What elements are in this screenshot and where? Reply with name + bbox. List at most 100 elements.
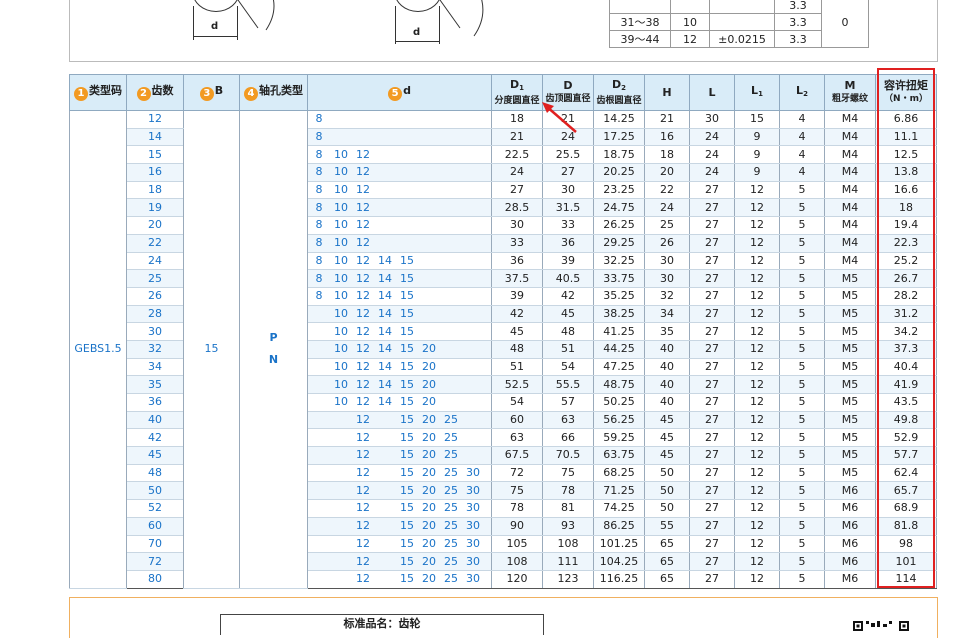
bore-diameter-value[interactable]: 15	[396, 288, 418, 304]
teeth-count-cell[interactable]: 72	[126, 552, 184, 571]
bore-diameter-value[interactable]: 20	[418, 536, 440, 552]
teeth-count-cell[interactable]: 19	[126, 198, 184, 218]
bore-diameter-value[interactable]: 10	[330, 271, 352, 287]
teeth-count-cell[interactable]: 18	[126, 181, 184, 200]
teeth-count-cell[interactable]: 40	[126, 411, 184, 430]
bore-diameter-value[interactable]: 8	[308, 253, 330, 269]
teeth-count-cell[interactable]: 25	[126, 269, 184, 288]
bore-diameter-value[interactable]: 30	[462, 500, 484, 516]
bore-diameter-value[interactable]: 20	[418, 518, 440, 534]
bore-diameter-value[interactable]: 12	[352, 359, 374, 375]
bore-diameter-value[interactable]: 20	[418, 412, 440, 428]
bore-diameter-value[interactable]: 30	[462, 465, 484, 481]
teeth-count-cell[interactable]: 42	[126, 428, 184, 448]
teeth-count-cell[interactable]: 48	[126, 464, 184, 483]
bore-diameter-value[interactable]: 8	[308, 147, 330, 163]
teeth-count-cell[interactable]: 70	[126, 535, 184, 554]
bore-diameter-value[interactable]: 10	[330, 341, 352, 357]
bore-diameter-value[interactable]: 20	[418, 447, 440, 463]
teeth-count-cell[interactable]: 24	[126, 252, 184, 271]
teeth-count-cell[interactable]: 34	[126, 358, 184, 377]
bore-diameter-value[interactable]: 15	[396, 306, 418, 322]
bore-diameter-value[interactable]: 15	[396, 571, 418, 587]
bore-diameter-value[interactable]: 25	[440, 518, 462, 534]
bore-diameter-value[interactable]: 10	[330, 200, 352, 216]
bore-diameter-value[interactable]: 12	[352, 447, 374, 463]
bore-diameter-value[interactable]: 15	[396, 412, 418, 428]
bore-diameter-value[interactable]: 8	[308, 217, 330, 233]
bore-diameter-value[interactable]: 12	[352, 217, 374, 233]
bore-diameter-value[interactable]: 20	[418, 483, 440, 499]
bore-diameter-value[interactable]: 12	[352, 182, 374, 198]
bore-diameter-value[interactable]: 30	[462, 536, 484, 552]
bore-diameter-value[interactable]: 15	[396, 271, 418, 287]
teeth-count-cell[interactable]: 35	[126, 375, 184, 394]
teeth-count-cell[interactable]: 36	[126, 393, 184, 412]
bore-diameter-value[interactable]: 10	[330, 147, 352, 163]
bore-diameter-value[interactable]: 14	[374, 377, 396, 393]
bore-diameter-value[interactable]: 30	[462, 571, 484, 587]
bore-diameter-value[interactable]: 12	[352, 164, 374, 180]
bore-diameter-value[interactable]: 12	[352, 536, 374, 552]
bore-diameter-value[interactable]: 10	[330, 377, 352, 393]
bore-diameter-value[interactable]: 10	[330, 235, 352, 251]
bore-diameter-value[interactable]: 8	[308, 182, 330, 198]
bore-diameter-value[interactable]: 20	[418, 571, 440, 587]
bore-diameter-value[interactable]: 12	[352, 341, 374, 357]
bore-diameter-value[interactable]: 20	[418, 377, 440, 393]
teeth-count-cell[interactable]: 22	[126, 234, 184, 253]
bore-diameter-value[interactable]: 15	[396, 359, 418, 375]
teeth-count-cell[interactable]: 14	[126, 128, 184, 147]
bore-diameter-value[interactable]: 14	[374, 271, 396, 287]
teeth-count-cell[interactable]: 60	[126, 517, 184, 536]
bore-diameter-value[interactable]: 12	[352, 571, 374, 587]
bore-diameter-value[interactable]: 14	[374, 288, 396, 304]
bore-diameter-value[interactable]: 14	[374, 359, 396, 375]
teeth-count-cell[interactable]: 15	[126, 145, 184, 165]
bore-diameter-value[interactable]: 10	[330, 217, 352, 233]
bore-diameter-value[interactable]: 12	[352, 483, 374, 499]
bore-diameter-value[interactable]: 12	[352, 324, 374, 340]
bore-diameter-value[interactable]: 20	[418, 554, 440, 570]
teeth-count-cell[interactable]: 80	[126, 570, 184, 589]
bore-diameter-value[interactable]: 14	[374, 341, 396, 357]
teeth-count-cell[interactable]: 32	[126, 340, 184, 359]
bore-diameter-value[interactable]: 30	[462, 483, 484, 499]
bore-diameter-value[interactable]: 12	[352, 306, 374, 322]
bore-diameter-value[interactable]: 14	[374, 324, 396, 340]
bore-diameter-value[interactable]: 25	[440, 430, 462, 446]
bore-diameter-value[interactable]: 25	[440, 554, 462, 570]
bore-diameter-value[interactable]: 12	[352, 271, 374, 287]
bore-diameter-value[interactable]: 10	[330, 324, 352, 340]
bore-diameter-value[interactable]: 12	[352, 518, 374, 534]
bore-diameter-value[interactable]: 10	[330, 359, 352, 375]
bore-diameter-value[interactable]: 12	[352, 235, 374, 251]
teeth-count-cell[interactable]: 12	[126, 110, 184, 129]
bore-diameter-value[interactable]: 10	[330, 253, 352, 269]
bore-diameter-value[interactable]: 30	[462, 554, 484, 570]
bore-diameter-value[interactable]: 15	[396, 500, 418, 516]
bore-diameter-value[interactable]: 20	[418, 500, 440, 516]
bore-diameter-value[interactable]: 8	[308, 288, 330, 304]
bore-diameter-value[interactable]: 15	[396, 324, 418, 340]
bore-diameter-value[interactable]: 12	[352, 554, 374, 570]
bore-diameter-value[interactable]: 15	[396, 253, 418, 269]
bore-diameter-value[interactable]: 15	[396, 377, 418, 393]
teeth-count-cell[interactable]: 50	[126, 481, 184, 501]
bore-diameter-value[interactable]: 15	[396, 465, 418, 481]
bore-diameter-value[interactable]: 15	[396, 341, 418, 357]
bore-diameter-value[interactable]: 10	[330, 164, 352, 180]
bore-diameter-value[interactable]: 10	[330, 394, 352, 410]
bore-diameter-value[interactable]: 25	[440, 447, 462, 463]
teeth-count-cell[interactable]: 30	[126, 322, 184, 341]
bore-diameter-value[interactable]: 12	[352, 430, 374, 446]
bore-diameter-value[interactable]: 15	[396, 394, 418, 410]
bore-diameter-value[interactable]: 12	[352, 253, 374, 269]
bore-diameter-value[interactable]: 12	[352, 147, 374, 163]
bore-diameter-value[interactable]: 20	[418, 341, 440, 357]
bore-diameter-value[interactable]: 25	[440, 536, 462, 552]
teeth-count-cell[interactable]: 45	[126, 446, 184, 465]
bore-diameter-value[interactable]: 10	[330, 306, 352, 322]
teeth-count-cell[interactable]: 26	[126, 287, 184, 306]
bore-diameter-value[interactable]: 20	[418, 359, 440, 375]
